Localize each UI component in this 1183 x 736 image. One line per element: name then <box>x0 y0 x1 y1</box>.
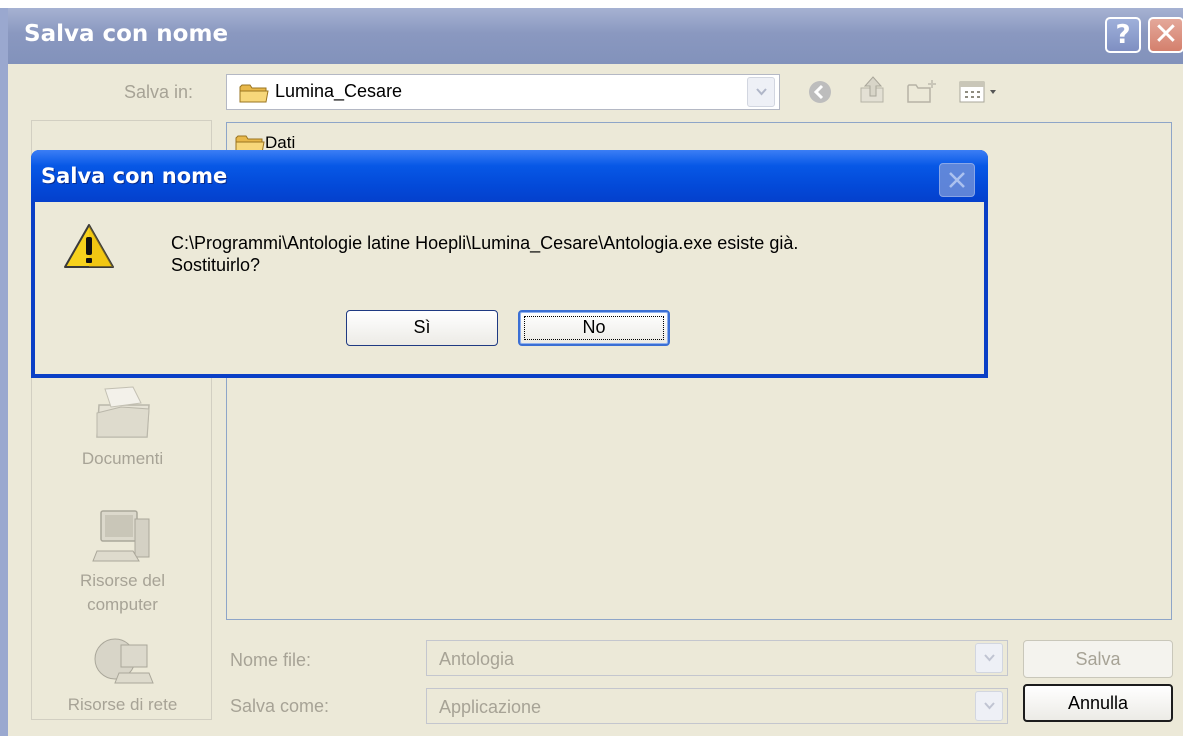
place-computer[interactable]: Risorse del computer <box>32 507 213 617</box>
place-label: Risorse di rete <box>67 695 178 714</box>
save-as-type-label: Salva come: <box>230 696 330 716</box>
overwrite-confirm-dialog: Salva con nome C:\Programmi\Antologie la… <box>31 150 988 378</box>
place-label: Documenti <box>81 449 164 468</box>
dialog-message-line2: Sostituirlo? <box>171 255 261 275</box>
save-button[interactable]: Salva <box>1023 640 1173 678</box>
dialog-close-button[interactable] <box>939 163 975 197</box>
chevron-down-icon <box>984 654 995 662</box>
view-menu-icon[interactable] <box>958 80 1004 108</box>
save-in-label: Salva in: <box>124 82 194 102</box>
no-button-label: No <box>582 317 606 337</box>
save-as-type-value: Applicazione <box>439 697 542 717</box>
close-icon <box>949 172 965 188</box>
dialog-titlebar[interactable]: Salva con nome <box>31 150 988 202</box>
save-in-combo[interactable]: Lumina_Cesare <box>226 74 780 110</box>
dialog-body: C:\Programmi\Antologie latine Hoepli\Lum… <box>35 202 984 374</box>
save-as-type-dropdown-button[interactable] <box>975 691 1003 721</box>
my-computer-icon <box>32 507 213 569</box>
filename-dropdown-button[interactable] <box>975 643 1003 673</box>
window-title: Salva con nome <box>24 21 229 47</box>
up-folder-icon[interactable] <box>857 74 889 110</box>
place-label-line2: computer <box>87 595 158 614</box>
place-network[interactable]: Risorse di rete <box>32 635 213 717</box>
place-label-line1: Risorse del <box>79 571 166 590</box>
folder-icon <box>239 82 269 108</box>
close-button[interactable]: ✕ <box>1148 17 1183 53</box>
network-icon <box>32 635 213 693</box>
window-border <box>0 8 8 736</box>
save-as-type-select[interactable]: Applicazione <box>426 688 1008 724</box>
filename-label: Nome file: <box>230 650 312 670</box>
save-in-dropdown-button[interactable] <box>747 77 775 107</box>
save-in-value: Lumina_Cesare <box>275 81 403 101</box>
dialog-message: C:\Programmi\Antologie latine Hoepli\Lum… <box>171 232 971 276</box>
chevron-down-icon <box>756 88 767 96</box>
cancel-button[interactable]: Annulla <box>1023 684 1173 722</box>
yes-button[interactable]: Sì <box>346 310 498 346</box>
place-documenti[interactable]: Documenti <box>32 383 213 471</box>
dialog-message-line1: C:\Programmi\Antologie latine Hoepli\Lum… <box>171 233 799 253</box>
window-titlebar[interactable]: Salva con nome ? ✕ <box>8 8 1183 64</box>
back-icon[interactable] <box>808 80 832 108</box>
warning-icon <box>63 222 115 274</box>
help-button[interactable]: ? <box>1105 17 1141 53</box>
no-button[interactable]: No <box>518 310 670 346</box>
documents-folder-icon <box>32 383 213 447</box>
dialog-title: Salva con nome <box>41 164 228 188</box>
filename-value: Antologia <box>439 649 515 669</box>
new-folder-icon[interactable] <box>906 78 940 110</box>
chevron-down-icon <box>984 702 995 710</box>
filename-field[interactable]: Antologia <box>426 640 1008 676</box>
